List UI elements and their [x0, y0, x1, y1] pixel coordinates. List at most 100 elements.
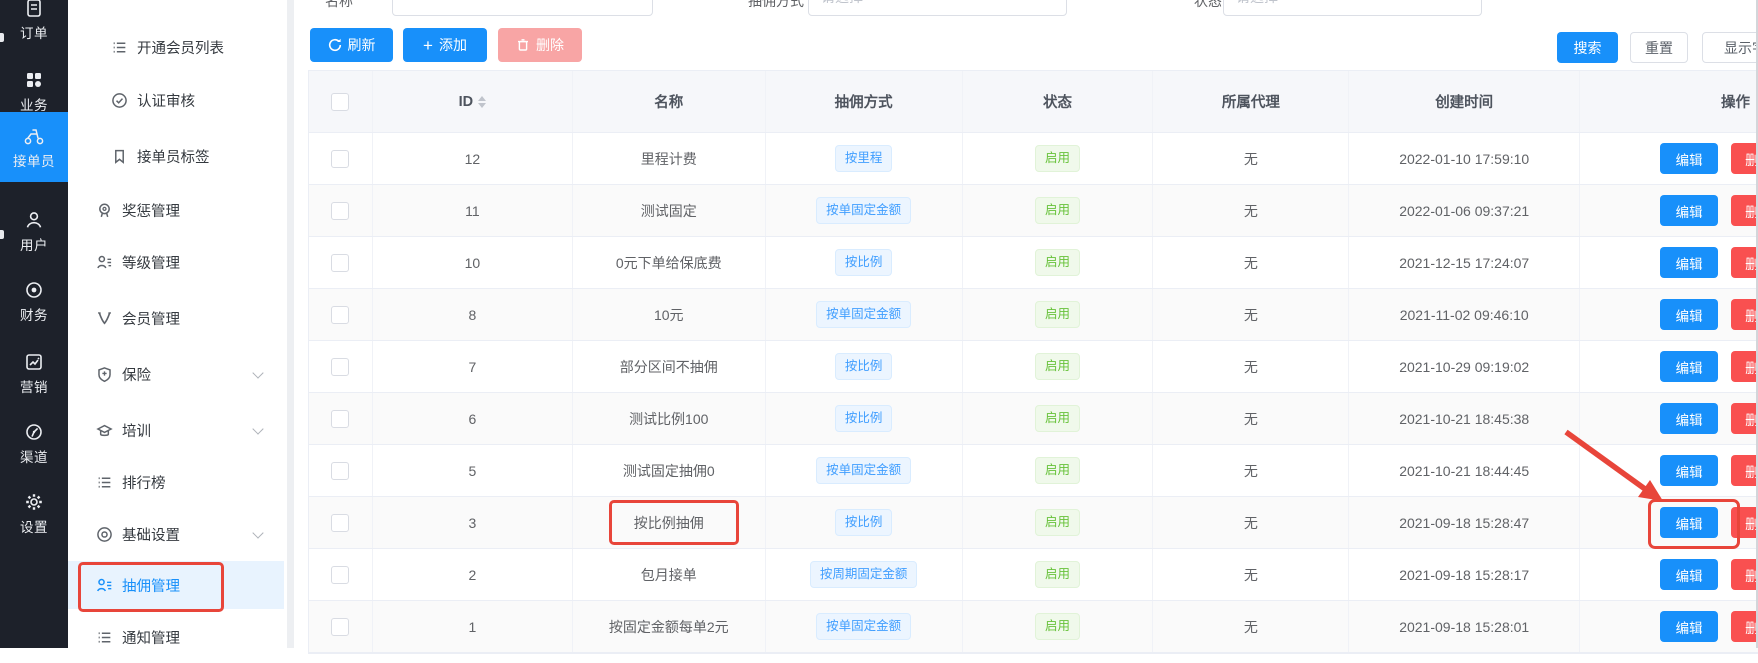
edit-button[interactable]: 编辑 — [1660, 507, 1718, 538]
delete-row-button[interactable]: 删除 — [1731, 247, 1758, 278]
status-tag: 启用 — [1035, 145, 1080, 172]
primary-sidebar-item-3[interactable]: 用户 — [0, 196, 68, 266]
cell-created: 2021-09-18 15:28:01 — [1399, 619, 1529, 635]
cell-created: 2021-10-21 18:45:38 — [1399, 411, 1529, 427]
edit-button[interactable]: 编辑 — [1660, 143, 1718, 174]
cell-created: 2021-09-18 15:28:47 — [1399, 515, 1529, 531]
sidebar-item-2[interactable]: 接单员标签 — [68, 130, 284, 182]
table-row: 12 里程计费 按里程 启用 无 2022-01-10 17:59:10 编辑 … — [309, 133, 1758, 185]
primary-sidebar-item-6[interactable]: 渠道 — [0, 408, 68, 478]
column-header-actions: 操作 — [1580, 71, 1758, 132]
cell-name: 0元下单给保底费 — [616, 253, 722, 273]
column-header-agent: 所属代理 — [1153, 71, 1349, 132]
sidebar-item-10[interactable]: 抽佣管理 — [68, 561, 284, 609]
cell-created: 2022-01-06 09:37:21 — [1399, 203, 1529, 219]
row-checkbox[interactable] — [331, 618, 349, 636]
status-tag: 启用 — [1035, 457, 1080, 484]
select-all-checkbox[interactable] — [331, 93, 349, 111]
sort-carets-icon[interactable] — [478, 96, 486, 108]
primary-sidebar-item-7[interactable]: 设置 — [0, 478, 68, 548]
cell-id: 10 — [465, 255, 481, 271]
row-checkbox[interactable] — [331, 566, 349, 584]
primary-sidebar-item-2[interactable]: 接单员 — [0, 112, 68, 182]
add-button[interactable]: + 添加 — [403, 28, 487, 62]
row-checkbox[interactable] — [331, 514, 349, 532]
select-placeholder: 请选择 — [1236, 0, 1278, 7]
show-fields-button[interactable]: 显示字 — [1702, 32, 1758, 63]
cell-agent: 无 — [1244, 357, 1258, 377]
edit-button[interactable]: 编辑 — [1660, 403, 1718, 434]
sidebar-item-0[interactable]: 开通会员列表 — [68, 21, 284, 73]
delete-row-button[interactable]: 删除 — [1731, 299, 1758, 330]
sidebar-item-7[interactable]: 培训 — [68, 404, 284, 456]
chevron-down-icon — [252, 423, 263, 434]
delete-row-button[interactable]: 删除 — [1731, 195, 1758, 226]
delete-row-button[interactable]: 删除 — [1731, 143, 1758, 174]
cell-name: 测试比例100 — [629, 409, 708, 429]
delete-row-button[interactable]: 删除 — [1731, 559, 1758, 590]
cell-agent: 无 — [1244, 409, 1258, 429]
row-checkbox[interactable] — [331, 150, 349, 168]
table-row: 8 10元 按单固定金额 启用 无 2021-11-02 09:46:10 编辑… — [309, 289, 1758, 341]
method-tag: 按比例 — [835, 249, 893, 276]
edit-button[interactable]: 编辑 — [1660, 455, 1718, 486]
user-icon — [24, 209, 44, 231]
delete-row-button[interactable]: 删除 — [1731, 351, 1758, 382]
sidebar-item-6[interactable]: 保险 — [68, 348, 284, 400]
delete-button[interactable]: 删除 — [498, 28, 582, 62]
row-checkbox[interactable] — [331, 410, 349, 428]
column-header-id[interactable]: ID — [373, 71, 573, 132]
channel-icon — [24, 421, 44, 443]
primary-sidebar-item-0[interactable]: 订单 — [0, 0, 68, 54]
edit-button[interactable]: 编辑 — [1660, 559, 1718, 590]
row-checkbox[interactable] — [331, 306, 349, 324]
cell-agent: 无 — [1244, 253, 1258, 273]
row-checkbox[interactable] — [331, 254, 349, 272]
edit-button[interactable]: 编辑 — [1660, 351, 1718, 382]
primary-sidebar-item-5[interactable]: 营销 — [0, 338, 68, 408]
cell-agent: 无 — [1244, 461, 1258, 481]
name-filter-input[interactable] — [392, 0, 653, 16]
delete-row-button[interactable]: 删除 — [1731, 507, 1758, 538]
row-checkbox[interactable] — [331, 202, 349, 220]
reset-button[interactable]: 重置 — [1630, 32, 1688, 63]
delete-row-button[interactable]: 删除 — [1731, 455, 1758, 486]
sidebar-item-5[interactable]: 会员管理 — [68, 292, 284, 344]
plus-icon: + — [423, 37, 433, 54]
row-checkbox[interactable] — [331, 358, 349, 376]
delete-row-button[interactable]: 删除 — [1731, 611, 1758, 642]
sidebar-item-4[interactable]: 等级管理 — [68, 236, 284, 288]
cell-id: 5 — [468, 463, 476, 479]
sidebar-item-3[interactable]: 奖惩管理 — [68, 184, 284, 236]
delete-row-button[interactable]: 删除 — [1731, 403, 1758, 434]
status-tag: 启用 — [1035, 197, 1080, 224]
sidebar-item-11[interactable]: 通知管理 — [68, 611, 284, 663]
edit-button[interactable]: 编辑 — [1660, 611, 1718, 642]
primary-sidebar-item-4[interactable]: 财务 — [0, 266, 68, 336]
sidebar-item-9[interactable]: 基础设置 — [68, 508, 284, 560]
membership-icon — [96, 310, 113, 327]
row-checkbox[interactable] — [331, 462, 349, 480]
filter-label-name: 名称 — [325, 0, 353, 11]
secondary-sidebar: 开通会员列表 认证审核 接单员标签 奖惩管理 等级管理 会员管理 保险 培训 排… — [68, 0, 284, 648]
edit-button[interactable]: 编辑 — [1660, 247, 1718, 278]
commission-table: ID 名称 抽佣方式 状态 所属代理 创建时间 操作 12 里程计费 按里程 启… — [308, 70, 1758, 654]
cell-agent: 无 — [1244, 201, 1258, 221]
cell-agent: 无 — [1244, 565, 1258, 585]
method-tag: 按比例 — [835, 405, 893, 432]
cell-name: 测试固定 — [641, 201, 697, 221]
method-tag: 按单固定金额 — [816, 613, 911, 640]
cell-name: 按比例抽佣 — [634, 513, 704, 533]
sidebar-item-8[interactable]: 排行榜 — [68, 456, 284, 508]
panel-scrollbar[interactable] — [287, 0, 294, 648]
status-filter-select[interactable]: 请选择 — [1223, 0, 1482, 16]
cell-id: 7 — [468, 359, 476, 375]
edit-button[interactable]: 编辑 — [1660, 195, 1718, 226]
refresh-button[interactable]: 刷新 — [310, 28, 393, 62]
list-icon — [111, 39, 128, 56]
edit-button[interactable]: 编辑 — [1660, 299, 1718, 330]
search-button[interactable]: 搜索 — [1557, 32, 1618, 63]
method-filter-select[interactable]: 请选择 — [808, 0, 1067, 16]
sidebar-item-1[interactable]: 认证审核 — [68, 74, 284, 126]
medal-icon — [96, 202, 113, 219]
